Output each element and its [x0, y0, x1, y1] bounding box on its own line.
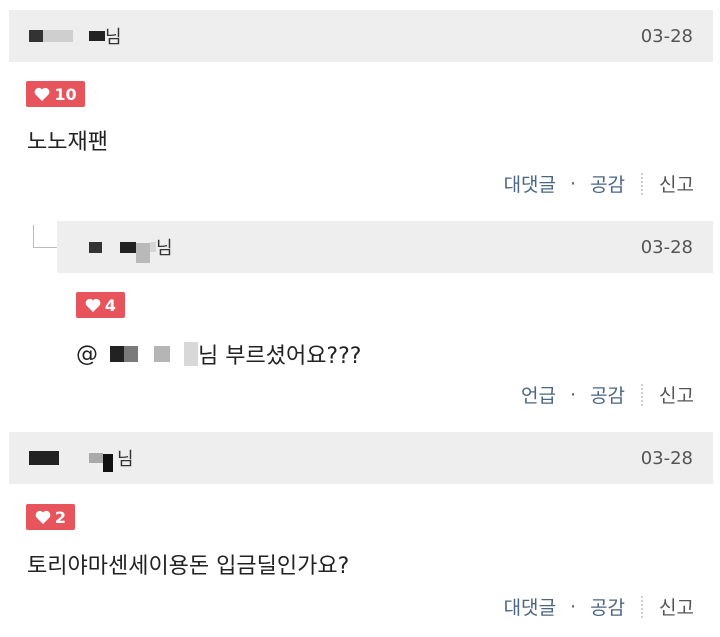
comment-date: 03-28 — [640, 447, 693, 469]
nickname-suffix: 님 — [117, 449, 134, 470]
separator-dot: · — [570, 172, 577, 195]
like-badge: 2 — [26, 504, 75, 530]
reply-button[interactable]: 대댓글 — [504, 593, 556, 620]
sympathy-button[interactable]: 공감 — [590, 170, 625, 197]
mention-button[interactable]: 언급 — [521, 381, 556, 408]
separator-line — [641, 383, 644, 406]
separator-line — [641, 595, 644, 618]
comment-actions: 대댓글 · 공감 신고 — [504, 593, 694, 620]
reply-header: 님 03-28 — [57, 221, 713, 273]
author-nickname[interactable]: 님 — [29, 23, 122, 49]
comment-text: 토리야마센세이용돈 입금딜인가요? — [27, 554, 350, 579]
reply-branch-line — [33, 225, 58, 248]
comment-header: 님 03-28 — [9, 432, 713, 484]
separator-dot: · — [570, 383, 577, 406]
separator-line — [641, 172, 644, 195]
like-count: 2 — [54, 507, 67, 527]
nickname-suffix: 님 — [156, 238, 173, 259]
like-count: 10 — [54, 84, 77, 104]
comment-date: 03-28 — [640, 236, 693, 258]
nickname-suffix: 님 — [105, 27, 122, 48]
report-button[interactable]: 신고 — [659, 170, 694, 197]
heart-icon — [35, 510, 51, 524]
comment-text: 노노재팬 — [27, 130, 108, 155]
like-badge: 10 — [26, 81, 85, 107]
redacted-mention — [110, 346, 124, 362]
author-nickname[interactable]: 님 — [29, 444, 134, 472]
like-count: 4 — [104, 295, 117, 315]
comment-actions: 대댓글 · 공감 신고 — [504, 170, 694, 197]
report-button[interactable]: 신고 — [659, 381, 694, 408]
report-button[interactable]: 신고 — [659, 593, 694, 620]
comment-date: 03-28 — [640, 25, 693, 47]
reply-button[interactable]: 대댓글 — [504, 170, 556, 197]
comment-actions: 언급 · 공감 신고 — [521, 381, 694, 408]
mention-at: @ — [76, 341, 98, 367]
author-nickname[interactable]: 님 — [89, 231, 173, 263]
redacted-nickname — [29, 30, 43, 42]
sympathy-button[interactable]: 공감 — [590, 593, 625, 620]
heart-icon — [85, 298, 101, 312]
comment-header: 님 03-28 — [9, 10, 713, 62]
heart-icon — [35, 87, 50, 101]
sympathy-button[interactable]: 공감 — [590, 381, 625, 408]
separator-dot: · — [570, 595, 577, 618]
comment-text: @ 님 부르셨어요??? — [76, 338, 361, 370]
mention-suffix: 님 부르셨어요??? — [198, 344, 362, 369]
like-badge: 4 — [76, 292, 125, 318]
